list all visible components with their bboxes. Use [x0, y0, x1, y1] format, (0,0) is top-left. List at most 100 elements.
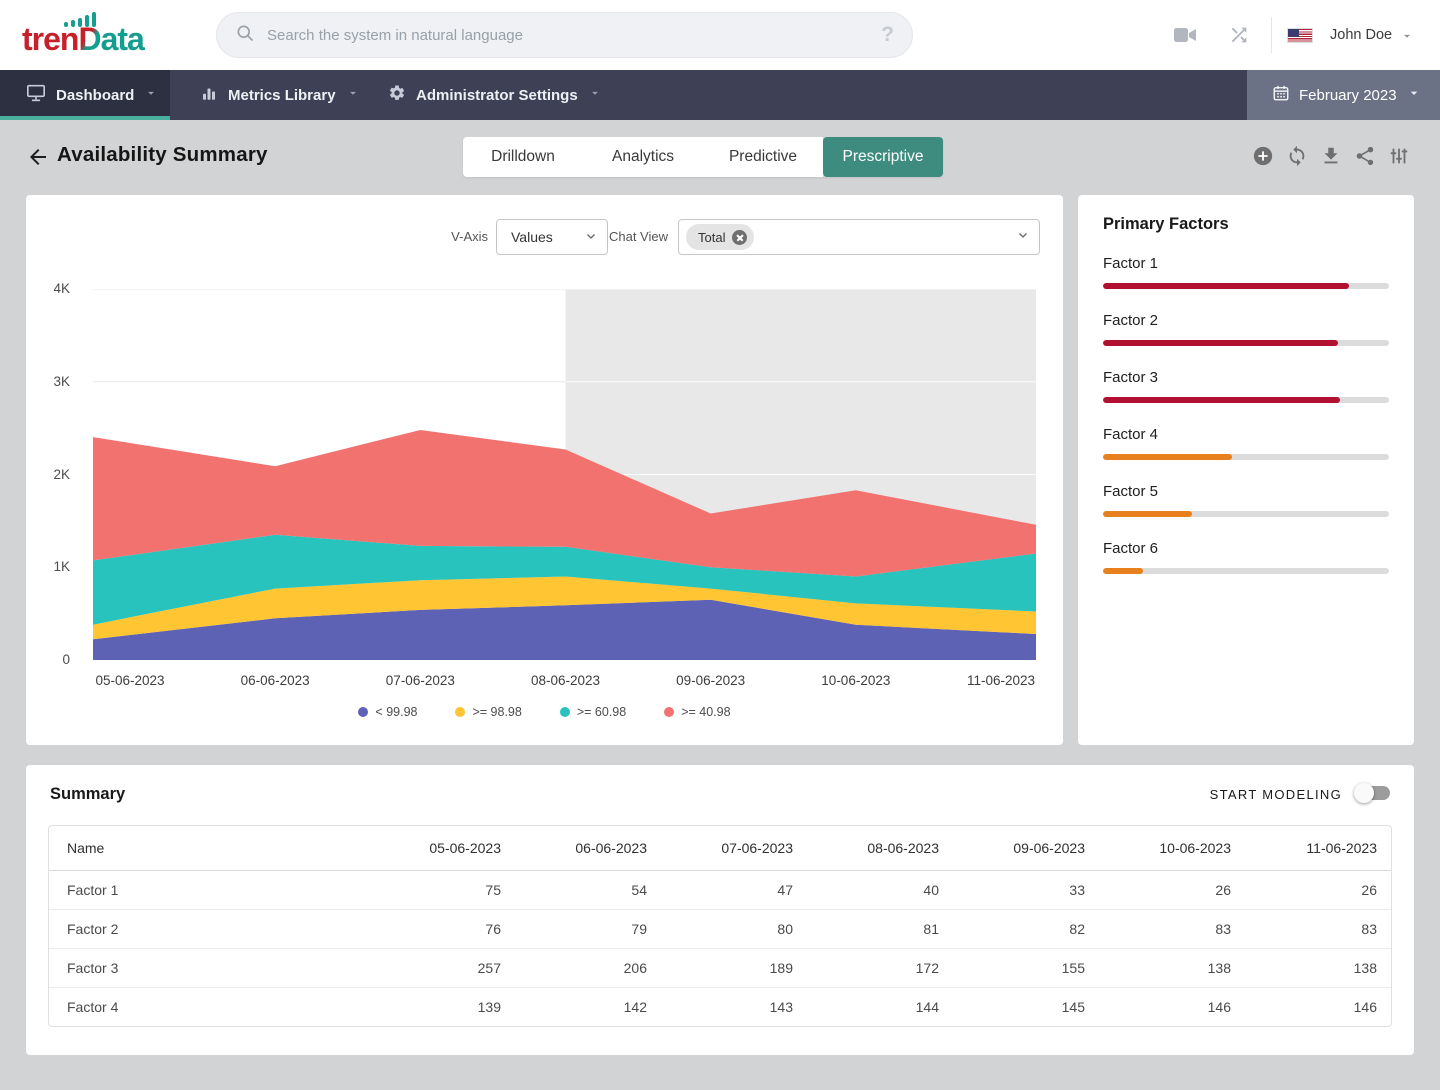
- value-cell: 40: [807, 870, 953, 909]
- value-cell: 81: [807, 909, 953, 948]
- legend-dot-icon: [358, 707, 368, 717]
- column-header: 06-06-2023: [515, 826, 661, 870]
- factor-progress-track: [1103, 397, 1389, 403]
- period-selector[interactable]: February 2023: [1247, 70, 1440, 120]
- row-name-cell: Factor 3: [49, 948, 369, 987]
- row-name-cell: Factor 1: [49, 870, 369, 909]
- back-arrow-icon[interactable]: [26, 145, 50, 169]
- global-search: ?: [216, 12, 913, 58]
- factor-label: Factor 6: [1103, 540, 1389, 557]
- column-header: 10-06-2023: [1099, 826, 1245, 870]
- chevron-down-icon: [144, 86, 158, 104]
- shuffle-icon[interactable]: [1228, 24, 1250, 51]
- value-cell: 206: [515, 948, 661, 987]
- factor-progress-track: [1103, 340, 1389, 346]
- legend-dot-icon: [664, 707, 674, 717]
- value-cell: 189: [661, 948, 807, 987]
- search-input[interactable]: [267, 27, 881, 44]
- share-icon[interactable]: [1354, 145, 1376, 167]
- value-cell: 76: [369, 909, 515, 948]
- legend-label: >= 60.98: [577, 705, 626, 719]
- nav-label: Dashboard: [56, 87, 134, 104]
- us-flag-icon[interactable]: [1287, 28, 1313, 43]
- start-modeling-toggle[interactable]: [1354, 783, 1392, 803]
- table-row: Factor 175544740332626: [49, 870, 1391, 909]
- factor-progress-track: [1103, 283, 1389, 289]
- value-cell: 75: [369, 870, 515, 909]
- bar-chart-icon: [200, 84, 218, 106]
- legend-item[interactable]: >= 40.98: [664, 705, 730, 719]
- value-cell: 83: [1099, 909, 1245, 948]
- chip-close-icon[interactable]: [732, 230, 747, 245]
- legend-label: >= 98.98: [472, 705, 521, 719]
- x-tick-label: 08-06-2023: [511, 672, 621, 690]
- trendata-logo[interactable]: trenData: [22, 7, 182, 63]
- factor-item: Factor 3: [1103, 369, 1389, 403]
- primary-factors-card: Primary Factors Factor 1Factor 2Factor 3…: [1078, 195, 1414, 745]
- chevron-down-icon: [1017, 228, 1029, 246]
- factor-progress-track: [1103, 511, 1389, 517]
- calendar-icon: [1272, 84, 1290, 106]
- nav-item-metrics-library[interactable]: Metrics Library: [178, 70, 360, 120]
- tab-prescriptive[interactable]: Prescriptive: [823, 137, 943, 177]
- summary-card: Summary START MODELING Name05-06-202306-…: [26, 765, 1414, 1055]
- availability-chart-card: V-Axis Values Chat View Total 01K2K3K4K …: [26, 195, 1063, 745]
- chat-view-label: Chat View: [586, 219, 668, 255]
- x-tick-label: 10-06-2023: [801, 672, 911, 690]
- download-icon[interactable]: [1320, 145, 1342, 167]
- value-cell: 138: [1245, 948, 1391, 987]
- value-cell: 26: [1245, 870, 1391, 909]
- y-tick-label: 3K: [26, 373, 70, 391]
- value-cell: 146: [1099, 987, 1245, 1026]
- summary-title: Summary: [50, 785, 125, 804]
- nav-item-dashboard[interactable]: Dashboard: [0, 70, 170, 120]
- tune-icon[interactable]: [1388, 145, 1410, 167]
- chat-view-chip: Total: [686, 224, 754, 250]
- legend-item[interactable]: >= 98.98: [455, 705, 521, 719]
- value-cell: 83: [1245, 909, 1391, 948]
- nav-label: Administrator Settings: [416, 87, 578, 104]
- toolbar-actions: [1252, 145, 1410, 167]
- chat-view-select[interactable]: Total: [678, 219, 1040, 255]
- stacked-area-chart[interactable]: [93, 289, 1036, 660]
- tab-drilldown[interactable]: Drilldown: [463, 137, 583, 177]
- view-tabs: DrilldownAnalyticsPredictivePrescriptive: [463, 137, 943, 177]
- factor-progress-fill: [1103, 283, 1349, 289]
- period-label: February 2023: [1299, 87, 1397, 104]
- x-tick-label: 11-06-2023: [946, 672, 1056, 690]
- chevron-down-icon: [1406, 85, 1422, 105]
- x-tick-label: 05-06-2023: [75, 672, 185, 690]
- value-cell: 138: [1099, 948, 1245, 987]
- toggle-knob: [1354, 783, 1374, 803]
- legend-item[interactable]: >= 60.98: [560, 705, 626, 719]
- nav-item-administrator-settings[interactable]: Administrator Settings: [366, 70, 602, 120]
- value-cell: 142: [515, 987, 661, 1026]
- table-row: Factor 276798081828383: [49, 909, 1391, 948]
- value-cell: 80: [661, 909, 807, 948]
- value-cell: 172: [807, 948, 953, 987]
- factor-progress-track: [1103, 568, 1389, 574]
- help-icon[interactable]: ?: [881, 23, 894, 47]
- value-cell: 143: [661, 987, 807, 1026]
- factor-item: Factor 6: [1103, 540, 1389, 574]
- tab-analytics[interactable]: Analytics: [583, 137, 703, 177]
- app-header: trenData ? John Doe: [0, 0, 1440, 70]
- value-cell: 144: [807, 987, 953, 1026]
- add-circle-icon[interactable]: [1252, 145, 1274, 167]
- factor-item: Factor 2: [1103, 312, 1389, 346]
- legend-item[interactable]: < 99.98: [358, 705, 417, 719]
- primary-factors-title: Primary Factors: [1103, 215, 1229, 234]
- table-row: Factor 4139142143144145146146: [49, 987, 1391, 1026]
- factor-label: Factor 2: [1103, 312, 1389, 329]
- factor-progress-fill: [1103, 511, 1192, 517]
- logo-text: trenData: [22, 21, 144, 57]
- value-cell: 145: [953, 987, 1099, 1026]
- value-cell: 257: [369, 948, 515, 987]
- legend-dot-icon: [455, 707, 465, 717]
- y-tick-label: 1K: [26, 558, 70, 576]
- user-name[interactable]: John Doe: [1330, 0, 1392, 70]
- tab-predictive[interactable]: Predictive: [703, 137, 823, 177]
- video-camera-icon[interactable]: [1173, 25, 1197, 50]
- user-menu-chevron-down-icon[interactable]: [1400, 29, 1414, 48]
- sync-icon[interactable]: [1286, 145, 1308, 167]
